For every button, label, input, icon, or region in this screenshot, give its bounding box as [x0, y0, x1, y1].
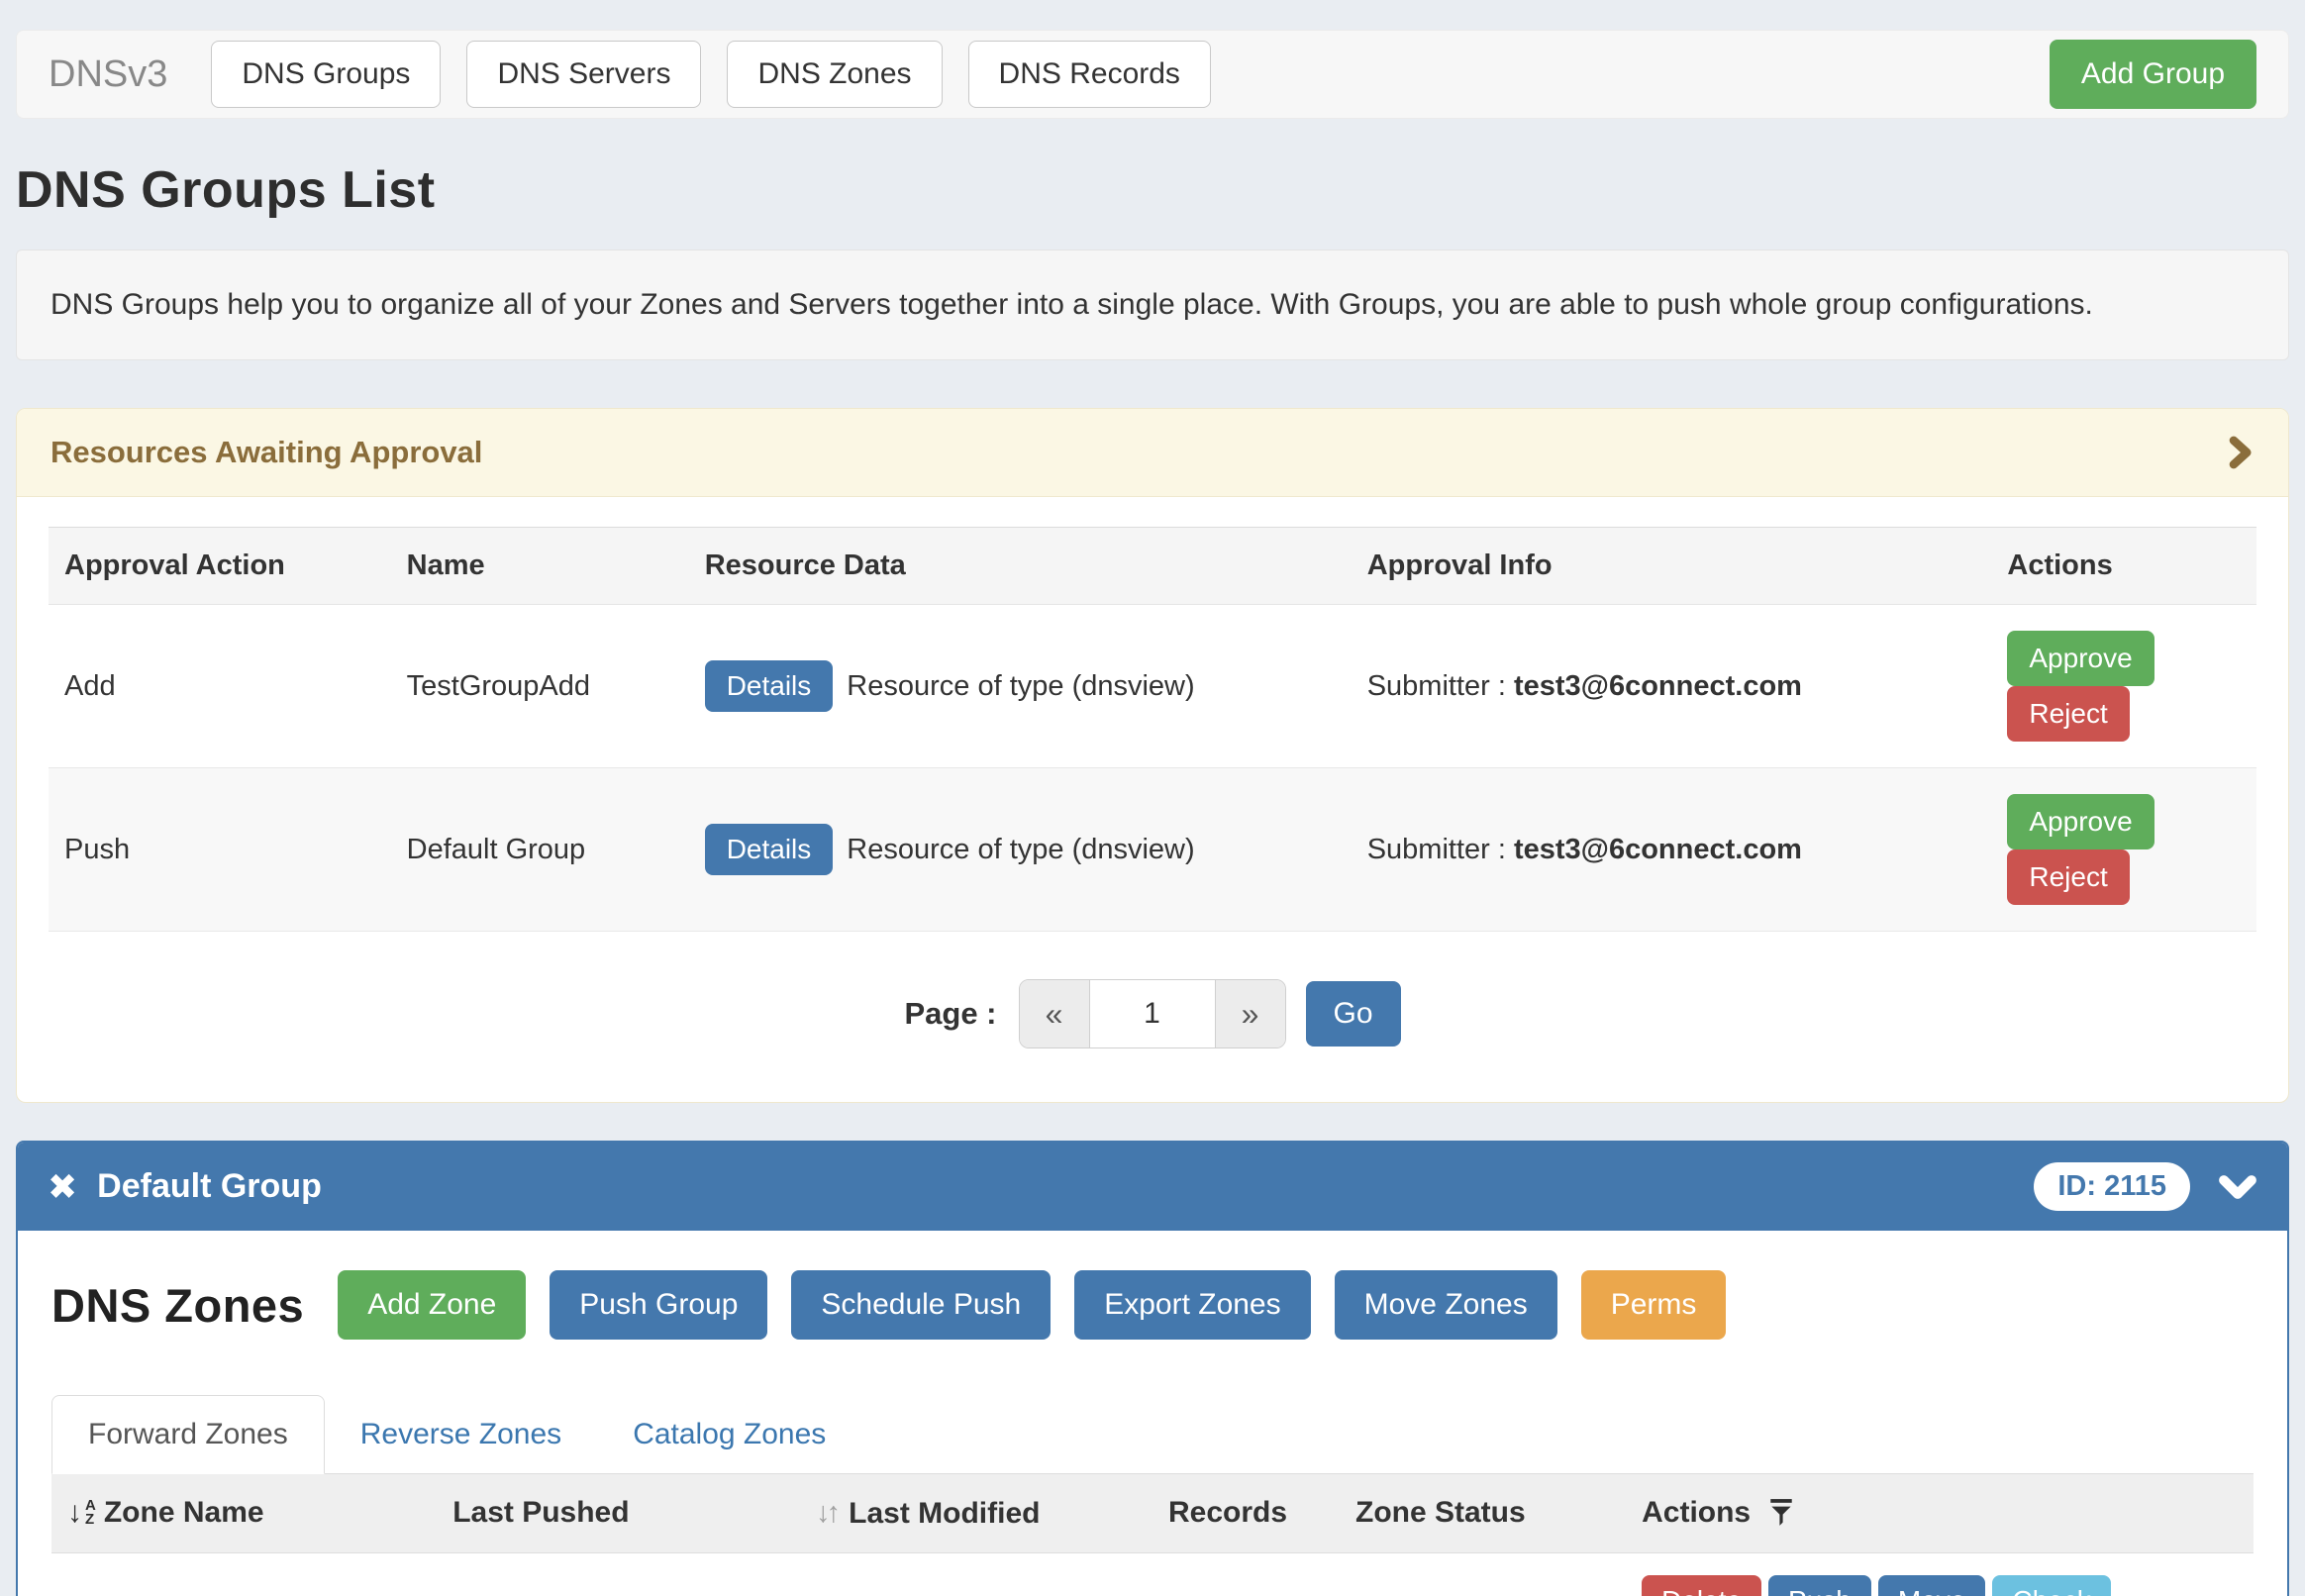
approval-action-value: Add [49, 605, 391, 768]
move-zones-button[interactable]: Move Zones [1335, 1270, 1557, 1340]
column-header-approval-action: Approval Action [49, 528, 391, 605]
sort-az-icon[interactable]: ↓AZ [67, 1496, 96, 1530]
approval-name-value: TestGroupAdd [391, 605, 689, 768]
schedule-push-button[interactable]: Schedule Push [791, 1270, 1051, 1340]
submitter-email: test3@6connect.com [1514, 670, 1802, 702]
nav-dns-groups-button[interactable]: DNS Groups [211, 41, 441, 108]
zone-push-button[interactable]: Push [1768, 1575, 1871, 1596]
zone-delete-button[interactable]: Delete [1642, 1575, 1761, 1596]
page-description: DNS Groups help you to organize all of y… [16, 249, 2289, 360]
column-header-approval-info: Approval Info [1352, 528, 1992, 605]
submitter-label: Submitter : [1367, 670, 1506, 702]
tab-catalog-zones[interactable]: Catalog Zones [597, 1396, 861, 1473]
details-button[interactable]: Details [705, 824, 834, 875]
resource-data-text: Resource of type (dnsview) [847, 670, 1194, 703]
perms-button[interactable]: Perms [1581, 1270, 1727, 1340]
nav-dns-records-button[interactable]: DNS Records [968, 41, 1211, 108]
column-header-last-modified[interactable]: ↓↑ Last Modified [800, 1474, 1152, 1552]
last-pushed-value: 01/08/2024 13:57:28 [437, 1552, 800, 1596]
approval-action-value: Push [49, 768, 391, 932]
chevron-down-icon[interactable] [2218, 1173, 2257, 1201]
last-modified-value: 09/25/2020 23:05:27 [800, 1552, 1152, 1596]
zones-table: ↓AZ Zone Name Last Pushed ↓↑ Last Modifi… [51, 1474, 2254, 1596]
top-toolbar: DNSv3 DNS Groups DNS Servers DNS Zones D… [16, 30, 2289, 119]
column-header-actions: Actions [1991, 528, 2256, 605]
tab-reverse-zones[interactable]: Reverse Zones [325, 1396, 597, 1473]
reject-button[interactable]: Reject [2007, 849, 2129, 905]
close-icon[interactable]: ✖ [48, 1169, 77, 1205]
approval-row: Add TestGroupAdd Details Resource of typ… [49, 605, 2256, 768]
submitter-label: Submitter : [1367, 834, 1506, 865]
approval-panel-body: Approval Action Name Resource Data Appro… [17, 497, 2288, 1102]
add-zone-button[interactable]: Add Zone [338, 1270, 526, 1340]
group-id-badge: ID: 2115 [2034, 1162, 2190, 1211]
page-label: Page : [904, 996, 996, 1032]
page-title: DNS Groups List [16, 160, 2289, 220]
add-group-button[interactable]: Add Group [2050, 40, 2256, 109]
submitter-email: test3@6connect.com [1514, 834, 1802, 865]
sort-updown-icon[interactable]: ↓↑ [816, 1497, 837, 1530]
approval-panel: Resources Awaiting Approval Approval Act… [16, 408, 2289, 1103]
nav-dns-servers-button[interactable]: DNS Servers [466, 41, 701, 108]
resource-data-text: Resource of type (dnsview) [847, 834, 1194, 866]
nav-dns-zones-button[interactable]: DNS Zones [727, 41, 942, 108]
column-header-zone-status: Zone Status [1340, 1474, 1626, 1552]
approval-table: Approval Action Name Resource Data Appro… [49, 527, 2256, 932]
details-button[interactable]: Details [705, 660, 834, 712]
reject-button[interactable]: Reject [2007, 686, 2129, 742]
page-go-button[interactable]: Go [1306, 981, 1401, 1047]
tab-forward-zones[interactable]: Forward Zones [51, 1395, 325, 1474]
app-brand: DNSv3 [49, 53, 167, 96]
records-value: 11 [1152, 1552, 1340, 1596]
column-header-records: Records [1152, 1474, 1340, 1552]
group-title: Default Group [97, 1167, 322, 1206]
filter-icon[interactable] [1768, 1498, 1794, 1528]
column-header-last-pushed: Last Pushed [437, 1474, 800, 1552]
approval-panel-header[interactable]: Resources Awaiting Approval [17, 409, 2288, 497]
column-header-zone-name[interactable]: ↓AZ Zone Name [51, 1474, 437, 1552]
export-zones-button[interactable]: Export Zones [1074, 1270, 1310, 1340]
column-header-resource-data: Resource Data [689, 528, 1352, 605]
column-header-zone-actions: Actions [1626, 1474, 2254, 1552]
approve-button[interactable]: Approve [2007, 794, 2154, 849]
zone-status-value [1340, 1552, 1626, 1596]
zones-toolbar: DNS Zones Add Zone Push Group Schedule P… [51, 1270, 2254, 1340]
approval-row: Push Default Group Details Resource of t… [49, 768, 2256, 932]
default-group-panel: ✖ Default Group ID: 2115 DNS Zones Add Z… [16, 1141, 2289, 1596]
page-number-input[interactable] [1089, 980, 1216, 1047]
page-next-button[interactable]: » [1216, 980, 1285, 1047]
push-group-button[interactable]: Push Group [550, 1270, 767, 1340]
page-prev-button[interactable]: « [1020, 980, 1089, 1047]
zones-section-title: DNS Zones [51, 1278, 304, 1333]
zone-check-button[interactable]: Check [1992, 1575, 2110, 1596]
approval-panel-title: Resources Awaiting Approval [50, 435, 482, 470]
column-header-name: Name [391, 528, 689, 605]
group-panel-header: ✖ Default Group ID: 2115 [18, 1143, 2287, 1231]
zone-move-button[interactable]: Move [1878, 1575, 1985, 1596]
zone-row: actioncarrental.net. 01/08/2024 13:57:28… [51, 1552, 2254, 1596]
pagination: Page : « » Go [49, 979, 2256, 1048]
group-panel-body: DNS Zones Add Zone Push Group Schedule P… [18, 1231, 2287, 1596]
zones-tabs: Forward Zones Reverse Zones Catalog Zone… [51, 1395, 2254, 1474]
chevron-right-icon[interactable] [2225, 436, 2255, 469]
approval-name-value: Default Group [391, 768, 689, 932]
approve-button[interactable]: Approve [2007, 631, 2154, 686]
